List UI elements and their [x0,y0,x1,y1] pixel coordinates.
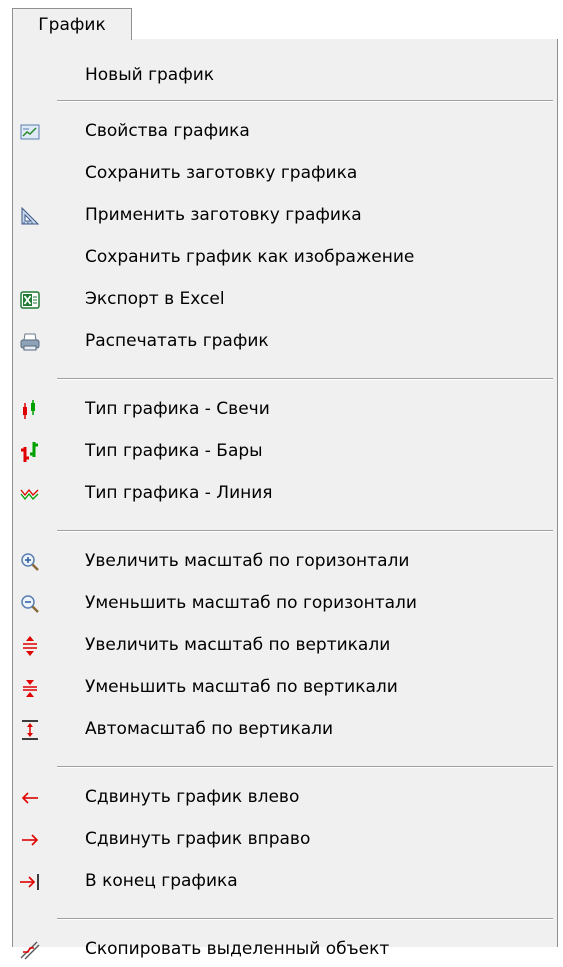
menu-item-label: Распечатать график [85,331,269,351]
menu-item-label: Тип графика - Свечи [85,399,270,419]
zoom-in-icon [19,551,41,573]
menu-item-label: Тип графика - Линия [85,483,273,503]
arrow-right-icon [19,829,41,851]
chart-menu: Новый график Свойства графика Сохранить … [12,39,558,960]
menu-item-label: Уменьшить масштаб по вертикали [85,677,398,697]
menu-item-print[interactable]: Распечатать график [13,323,557,359]
menu-title-chart[interactable]: График [12,8,132,40]
candles-icon [19,399,41,421]
menu-item-label: Увеличить масштаб по вертикали [85,635,391,655]
auto-scale-icon [19,719,41,741]
menu-item-label: Тип графика - Бары [85,441,263,461]
vertical-shrink-icon [19,677,41,699]
vertical-expand-icon [19,635,41,657]
menu-item-label: Увеличить масштаб по горизонтали [85,551,410,571]
menu-item-label: Сдвинуть график вправо [85,829,311,849]
arrow-to-end-icon [19,871,41,893]
menu-item-type-line[interactable]: Тип графика - Линия [13,475,557,511]
menu-item-save-as-image[interactable]: Сохранить график как изображение [13,239,557,275]
menu-item-label: Экспорт в Excel [85,289,225,309]
menu-item-export-excel[interactable]: Экспорт в Excel [13,281,557,317]
excel-icon [19,289,41,311]
menu-separator [57,530,553,532]
arrow-left-icon [19,787,41,809]
menu-separator [57,100,553,102]
menu-item-label: Новый график [85,65,215,85]
menu-item-copy-selected[interactable]: Скопировать выделенный объект [13,931,557,967]
menu-title-label: График [38,14,106,35]
menu-separator [57,766,553,768]
menu-item-chart-properties[interactable]: Свойства графика [13,113,557,149]
menu-item-shift-left[interactable]: Сдвинуть график влево [13,779,557,815]
menu-item-label: Применить заготовку графика [85,205,362,225]
menu-item-label: Сохранить график как изображение [85,247,415,267]
menu-item-save-template[interactable]: Сохранить заготовку графика [13,155,557,191]
menu-item-label: Автомасштаб по вертикали [85,719,334,739]
menu-item-zoom-out-horizontal[interactable]: Уменьшить масштаб по горизонтали [13,585,557,621]
menu-item-label: В конец графика [85,871,238,891]
set-square-icon [19,205,41,227]
menu-separator [57,918,553,920]
menu-item-shift-right[interactable]: Сдвинуть график вправо [13,821,557,857]
menu-item-apply-template[interactable]: Применить заготовку графика [13,197,557,233]
menu-item-zoom-out-vertical[interactable]: Уменьшить масштаб по вертикали [13,669,557,705]
menu-item-auto-scale-vertical[interactable]: Автомасштаб по вертикали [13,711,557,747]
menu-item-go-to-end[interactable]: В конец графика [13,863,557,899]
menu-separator [57,378,553,380]
line-chart-icon [19,483,41,505]
copy-object-icon [19,939,41,961]
menu-item-zoom-in-vertical[interactable]: Увеличить масштаб по вертикали [13,627,557,663]
chart-properties-icon [19,121,41,143]
menu-item-zoom-in-horizontal[interactable]: Увеличить масштаб по горизонтали [13,543,557,579]
menu-item-type-candles[interactable]: Тип графика - Свечи [13,391,557,427]
menu-item-label: Свойства графика [85,121,250,141]
zoom-out-icon [19,593,41,615]
menu-item-new-chart[interactable]: Новый график [13,57,557,93]
menu-item-label: Сохранить заготовку графика [85,163,358,183]
menu-item-label: Скопировать выделенный объект [85,939,390,959]
menu-item-label: Уменьшить масштаб по горизонтали [85,593,417,613]
menu-item-type-bars[interactable]: Тип графика - Бары [13,433,557,469]
printer-icon [19,331,41,353]
menu-item-label: Сдвинуть график влево [85,787,300,807]
bars-icon [19,441,41,463]
